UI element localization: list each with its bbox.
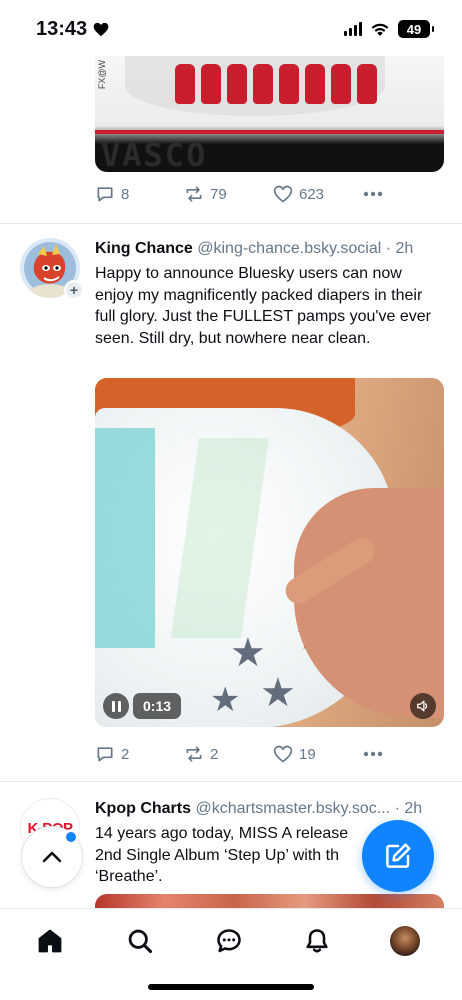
post-header: Kpop Charts @kchartsmaster.bsky.soc... ·…: [95, 800, 440, 818]
like-button[interactable]: 623: [273, 184, 324, 204]
pause-icon-bar: [111, 700, 115, 712]
previous-post-image[interactable]: FX@W VASCO: [95, 56, 444, 172]
pause-button[interactable]: [103, 693, 129, 719]
post-king-chance[interactable]: + King Chance @king-chance.bsky.social ·…: [0, 224, 462, 782]
like-count: 623: [299, 185, 325, 203]
more-options-button[interactable]: [362, 744, 384, 764]
notifications-icon: [306, 929, 328, 953]
image-corner-text: FX@W: [97, 60, 107, 90]
video-frame[interactable]: ★ ★ ★ ★ ★: [95, 378, 444, 727]
wifi-icon: [371, 23, 389, 36]
star-print-icon: ★: [210, 681, 241, 719]
more-dots-icon: [363, 751, 383, 757]
heart-outline-icon: [273, 745, 293, 763]
profile-avatar: [390, 926, 420, 956]
status-bar: 13:43 49: [0, 0, 462, 56]
nav-profile[interactable]: [383, 923, 427, 959]
like-count: 19: [299, 745, 316, 763]
video-time: 0:13: [133, 693, 182, 719]
post-text: Happy to announce Bluesky users can now …: [95, 265, 431, 347]
nav-notifications[interactable]: [295, 923, 339, 959]
handle[interactable]: @king-chance.bsky.social: [197, 240, 381, 257]
battery-icon: 49: [398, 20, 434, 38]
diaper-stripe: [170, 438, 270, 638]
speaker-icon: [417, 700, 428, 712]
star-print-icon: ★: [230, 631, 266, 675]
home-indicator: [148, 984, 314, 990]
repost-button[interactable]: 2: [184, 744, 218, 764]
post-time[interactable]: 2h: [396, 240, 414, 257]
separator: ·: [385, 240, 392, 257]
nav-chat[interactable]: [207, 923, 251, 959]
home-icon: [38, 929, 62, 953]
like-button[interactable]: 19: [273, 744, 316, 764]
repost-count: 2: [210, 745, 219, 763]
heart-icon: [93, 22, 109, 37]
volume-button[interactable]: [410, 693, 436, 719]
image-vasco-text: VASCO: [101, 136, 208, 172]
more-options-button[interactable]: [362, 184, 384, 204]
reply-icon: [97, 187, 113, 202]
sign-language-hands-graphic: [175, 64, 377, 104]
reply-count: 2: [121, 745, 130, 763]
previous-post[interactable]: FX@W VASCO 8 79 623: [0, 56, 462, 224]
heart-outline-icon: [273, 185, 293, 203]
reply-icon: [97, 747, 113, 762]
status-time: 13:43: [36, 18, 88, 40]
compose-pencil-icon: [386, 843, 411, 868]
separator: ·: [394, 800, 400, 817]
nav-home[interactable]: [28, 923, 72, 959]
repost-icon: [186, 746, 202, 762]
status-time-group: 13:43: [36, 18, 109, 41]
display-name[interactable]: King Chance: [95, 240, 193, 257]
handle[interactable]: @kchartsmaster.bsky.soc...: [195, 800, 390, 817]
chevron-up-icon: [42, 851, 62, 863]
follow-plus-icon[interactable]: +: [64, 280, 84, 300]
cellular-signal-icon: [344, 22, 362, 36]
status-right: 49: [344, 20, 434, 38]
post-time[interactable]: 2h: [404, 800, 422, 817]
display-name[interactable]: Kpop Charts: [95, 800, 191, 817]
diaper-band: [95, 428, 155, 648]
video-player[interactable]: ★ ★ ★ ★ ★ 0:13: [95, 378, 444, 727]
chat-icon: [217, 929, 241, 953]
compose-button[interactable]: [362, 820, 434, 892]
more-dots-icon: [363, 191, 383, 197]
new-posts-indicator: [64, 830, 78, 844]
repost-count: 79: [210, 185, 227, 203]
search-icon: [128, 929, 153, 954]
post-header: King Chance @king-chance.bsky.social · 2…: [95, 240, 440, 258]
reply-button[interactable]: 2: [95, 744, 129, 764]
pause-icon-bar: [117, 700, 121, 712]
star-print-icon: ★: [260, 671, 296, 715]
repost-icon: [186, 186, 202, 202]
repost-button[interactable]: 79: [184, 184, 227, 204]
reply-button[interactable]: 8: [95, 184, 129, 204]
reply-count: 8: [121, 185, 130, 203]
image-red-stripe: [95, 130, 444, 134]
nav-search[interactable]: [118, 923, 162, 959]
